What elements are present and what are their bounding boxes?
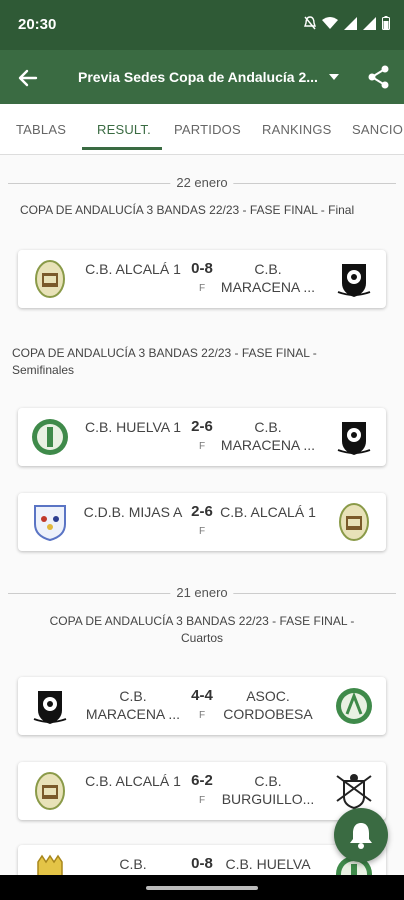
match-card[interactable]: C.B. ALCALÁ 1 0-8 F C.B. MARACENA ... bbox=[18, 250, 386, 308]
match-score: 6-2 bbox=[191, 772, 213, 789]
battery-icon bbox=[382, 16, 390, 30]
alcala-logo-icon bbox=[339, 503, 369, 541]
tab-tablas[interactable]: TABLAS bbox=[16, 122, 66, 137]
competition-title: COPA DE ANDALUCÍA 3 BANDAS 22/23 - FASE … bbox=[20, 203, 355, 217]
match-card[interactable]: C.B. 0-8 C.B. HUELVA bbox=[18, 845, 386, 875]
date-separator: 22 enero bbox=[8, 175, 396, 191]
away-team: ASOC. CORDOBESA bbox=[223, 688, 313, 722]
dropdown-arrow-icon[interactable] bbox=[325, 70, 343, 84]
home-team: C.B. ALCALÁ 1 bbox=[85, 773, 181, 789]
back-arrow-icon[interactable] bbox=[14, 64, 42, 92]
tab-indicator bbox=[82, 147, 162, 150]
alcala-logo-icon bbox=[35, 260, 65, 298]
results-list[interactable]: 22 enero COPA DE ANDALUCÍA 3 BANDAS 22/2… bbox=[0, 155, 404, 875]
huelva-logo-icon bbox=[32, 419, 68, 455]
away-team: C.B. ALCALÁ 1 bbox=[220, 504, 316, 520]
home-team: C.B. HUELVA 1 bbox=[85, 419, 181, 435]
match-card[interactable]: C.B. HUELVA 1 2-6 F C.B. MARACENA ... bbox=[18, 408, 386, 466]
date-label: 22 enero bbox=[170, 175, 234, 190]
notifications-button[interactable] bbox=[334, 808, 388, 862]
date-separator: 21 enero bbox=[8, 585, 396, 601]
signal-icon bbox=[344, 16, 357, 30]
home-team: C.D.B. MIJAS A bbox=[83, 504, 183, 520]
home-team: C.B. bbox=[119, 856, 147, 872]
bell-icon bbox=[350, 823, 372, 849]
wifi-icon bbox=[322, 16, 338, 29]
match-status: F bbox=[198, 710, 206, 721]
date-label: 21 enero bbox=[170, 585, 234, 600]
maracena-logo-icon bbox=[337, 264, 371, 297]
club-logo-icon bbox=[37, 854, 63, 875]
tab-rankings[interactable]: RANKINGS bbox=[262, 122, 332, 137]
status-time: 20:30 bbox=[18, 16, 57, 33]
match-status: F bbox=[198, 795, 206, 806]
match-card[interactable]: C.B. ALCALÁ 1 6-2 F C.B. BURGUILLO... bbox=[18, 762, 386, 820]
tab-sanciones[interactable]: SANCIONES bbox=[352, 122, 404, 137]
mute-icon bbox=[304, 16, 316, 30]
away-team: C.B. HUELVA bbox=[225, 856, 311, 872]
match-score: 4-4 bbox=[191, 687, 213, 704]
tab-bar: TABLAS RESULT. PARTIDOS RANKINGS SANCION… bbox=[0, 104, 404, 155]
cordobesa-logo-icon bbox=[336, 688, 372, 724]
match-status: F bbox=[198, 526, 206, 537]
maracena-logo-icon bbox=[337, 422, 371, 455]
match-score: 0-8 bbox=[191, 260, 213, 277]
match-status: F bbox=[198, 441, 206, 452]
home-team: C.B. ALCALÁ 1 bbox=[85, 261, 181, 277]
status-bar: 20:30 bbox=[0, 0, 404, 50]
signal-icon-2 bbox=[363, 16, 376, 30]
match-score: 0-8 bbox=[191, 855, 213, 872]
page-title[interactable]: Previa Sedes Copa de Andalucía 2... bbox=[78, 69, 318, 85]
away-team: C.B. MARACENA ... bbox=[220, 419, 316, 453]
home-handle[interactable] bbox=[146, 886, 258, 890]
share-icon[interactable] bbox=[366, 64, 392, 90]
away-team: C.B. BURGUILLO... bbox=[221, 773, 315, 807]
match-card[interactable]: C.B. MARACENA ... 4-4 F ASOC. CORDOBESA bbox=[18, 677, 386, 735]
tab-partidos[interactable]: PARTIDOS bbox=[174, 122, 241, 137]
competition-title: COPA DE ANDALUCÍA 3 BANDAS 22/23 - FASE … bbox=[49, 614, 355, 645]
tab-result[interactable]: RESULT. bbox=[97, 122, 151, 137]
match-card[interactable]: C.D.B. MIJAS A 2-6 F C.B. ALCALÁ 1 bbox=[18, 493, 386, 551]
home-team: C.B. MARACENA ... bbox=[85, 688, 181, 722]
away-team: C.B. MARACENA ... bbox=[220, 261, 316, 295]
match-status: F bbox=[198, 283, 206, 294]
match-score: 2-6 bbox=[191, 503, 213, 520]
system-nav-bar bbox=[0, 875, 404, 900]
burguillos-logo-icon bbox=[336, 774, 372, 810]
status-icons bbox=[304, 16, 390, 30]
match-score: 2-6 bbox=[191, 418, 213, 435]
mijas-logo-icon bbox=[34, 505, 66, 542]
maracena-logo-icon bbox=[33, 691, 67, 724]
app-bar: Previa Sedes Copa de Andalucía 2... bbox=[0, 50, 404, 104]
alcala-logo-icon bbox=[35, 772, 65, 810]
competition-title: COPA DE ANDALUCÍA 3 BANDAS 22/23 - FASE … bbox=[12, 346, 317, 377]
